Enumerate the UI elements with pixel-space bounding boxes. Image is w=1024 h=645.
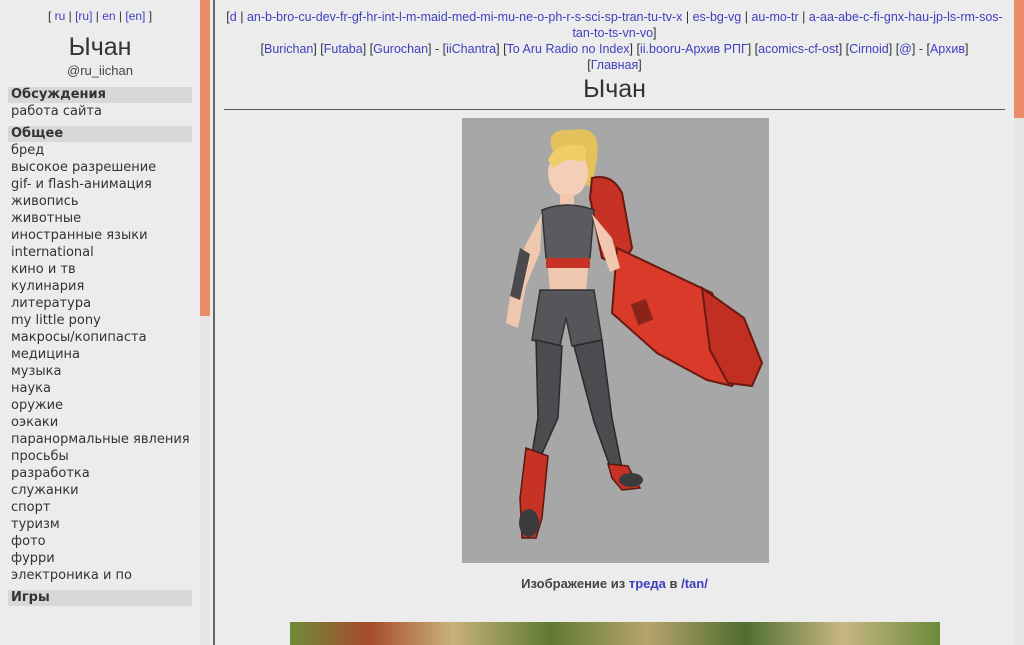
board-nav-separator: | [741, 10, 752, 24]
sidebar-board-link[interactable]: фурри [11, 550, 200, 567]
page-title: Ычан [583, 75, 646, 103]
main-scrollbar[interactable] [1014, 0, 1024, 645]
board-nav-separator: ] [ [888, 42, 900, 56]
board-nav-separator: | [682, 10, 693, 24]
lang-separator: [ [47, 9, 55, 23]
sidebar-board-link[interactable]: литература [11, 295, 200, 312]
board-link-tan[interactable]: /tan/ [681, 576, 708, 591]
site-title: Ычан [68, 33, 132, 61]
lang-separator: | [115, 9, 126, 23]
caption-middle: в [665, 576, 682, 591]
board-nav-separator: ] [964, 42, 969, 56]
lang-link[interactable]: [en] [125, 9, 145, 23]
board-nav-separator: ] [ [313, 42, 324, 56]
board-navigation: [d | an-b-bro-cu-dev-fr-gf-hr-int-l-m-ma… [216, 0, 1013, 73]
second-featured-image[interactable] [290, 622, 940, 645]
board-nav-separator: ] [638, 58, 642, 72]
board-nav-link[interactable]: Futaba [324, 42, 363, 56]
board-nav-line: [Burichan] [Futaba] [Gurochan] - [iiChan… [216, 41, 1013, 57]
section-list: бред высокое разрешение gif- и flash-анима… [0, 142, 200, 584]
board-nav-link[interactable]: Gurochan [373, 42, 428, 56]
sidebar-board-link[interactable]: медицина [11, 346, 200, 363]
main-scroll-thumb[interactable] [1014, 0, 1024, 118]
sidebar-board-link[interactable]: кулинария [11, 278, 200, 295]
board-nav-link[interactable]: Cirnoid [849, 42, 889, 56]
board-nav-link[interactable]: Burichan [264, 42, 313, 56]
board-nav-link[interactable]: iiChantra [446, 42, 496, 56]
lang-link[interactable]: [ru] [75, 9, 92, 23]
board-nav-line: [Главная] [216, 57, 1013, 73]
board-nav-link[interactable]: d [230, 10, 237, 24]
sidebar-scrollbar[interactable] [200, 0, 210, 645]
sidebar-board-link[interactable]: туризм [11, 516, 200, 533]
sidebar-board-link[interactable]: кино и тв [11, 261, 200, 278]
language-bar: [ ru | [ru] | en | [en] ] [0, 9, 200, 23]
section-header: Обсуждения [8, 87, 192, 103]
sidebar-board-link[interactable]: паранормальные явления [11, 431, 200, 448]
sidebar-board-link[interactable]: иностранные языки [11, 227, 200, 244]
lang-link[interactable]: ru [55, 9, 66, 23]
sidebar-board-link[interactable]: фото [11, 533, 200, 550]
sidebar-board-link[interactable]: my little pony [11, 312, 200, 329]
sidebar-board-link[interactable]: оружие [11, 397, 200, 414]
section-list: работа сайта [0, 103, 200, 120]
lang-separator: ] [145, 9, 153, 23]
sidebar-board-link[interactable]: электроника и по [11, 567, 200, 584]
sidebar-board-link[interactable]: высокое разрешение [11, 159, 200, 176]
frame-divider [213, 0, 215, 645]
main-content: [d | an-b-bro-cu-dev-fr-gf-hr-int-l-m-ma… [216, 0, 1013, 645]
sidebar-board-link[interactable]: оэкаки [11, 414, 200, 431]
board-nav-separator: ] - [ [428, 42, 447, 56]
sidebar-board-link[interactable]: животные [11, 210, 200, 227]
sidebar-board-link[interactable]: international [11, 244, 200, 261]
board-nav-link[interactable]: ii.booru-Архив РПГ [640, 42, 748, 56]
board-nav-link[interactable]: acomics-cf-ost [758, 42, 839, 56]
sidebar-board-link[interactable]: спорт [11, 499, 200, 516]
board-nav-link[interactable]: @ [899, 42, 912, 56]
sidebar: [ ru | [ru] | en | [en] ] Ычан @ru_iicha… [0, 0, 200, 645]
image-caption: Изображение из треда в /tan/ [216, 576, 1013, 591]
section-header: Игры [8, 590, 192, 606]
title-divider [224, 109, 1005, 110]
sidebar-board-link[interactable]: живопись [11, 193, 200, 210]
sidebar-board-link[interactable]: наука [11, 380, 200, 397]
site-handle: @ru_iichan [67, 63, 133, 78]
board-nav-separator: | [798, 10, 809, 24]
lang-link[interactable]: en [102, 9, 115, 23]
board-nav-separator: ] [ [362, 42, 374, 56]
sidebar-board-link[interactable]: макросы/копипаста [11, 329, 200, 346]
board-nav-link[interactable]: To Aru Radio no Index [507, 42, 630, 56]
section-header: Общее [8, 126, 192, 142]
anime-girl-illustration [506, 129, 764, 539]
board-nav-link[interactable]: an-b-bro-cu-dev-fr-gf-hr-int-l-m-maid-me… [247, 10, 682, 24]
board-nav-line: [d | an-b-bro-cu-dev-fr-gf-hr-int-l-m-ma… [216, 9, 1013, 41]
sidebar-board-link[interactable]: музыка [11, 363, 200, 380]
board-sections: Обсуждения работа сайта Общее бред высокое р… [0, 87, 200, 612]
sidebar-board-link[interactable]: бред [11, 142, 200, 159]
board-nav-separator: ] [ [496, 42, 507, 56]
board-nav-link[interactable]: au-mo-tr [751, 10, 798, 24]
sidebar-scroll-thumb[interactable] [200, 0, 210, 316]
sidebar-board-link[interactable]: разработка [11, 465, 200, 482]
caption-prefix: Изображение из [521, 576, 629, 591]
lang-separator: | [65, 9, 76, 23]
sidebar-board-link[interactable]: работа сайта [11, 103, 200, 120]
board-nav-separator: | [236, 10, 247, 24]
board-nav-separator: ] - [ [911, 42, 930, 56]
board-nav-separator: ] [653, 26, 657, 40]
featured-image[interactable] [462, 118, 769, 563]
board-nav-link[interactable]: es-bg-vg [693, 10, 742, 24]
board-nav-link[interactable]: Архив [930, 42, 965, 56]
board-nav-link[interactable]: Главная [591, 58, 639, 72]
board-nav-separator: ] [ [747, 42, 759, 56]
board-nav-separator: ] [ [838, 42, 850, 56]
lang-separator: | [92, 9, 103, 23]
sidebar-board-link[interactable]: просьбы [11, 448, 200, 465]
sidebar-board-link[interactable]: служанки [11, 482, 200, 499]
board-nav-separator: ] [ [629, 42, 640, 56]
thread-link[interactable]: треда [629, 576, 666, 591]
sidebar-board-link[interactable]: gif- и flash-анимация [11, 176, 200, 193]
